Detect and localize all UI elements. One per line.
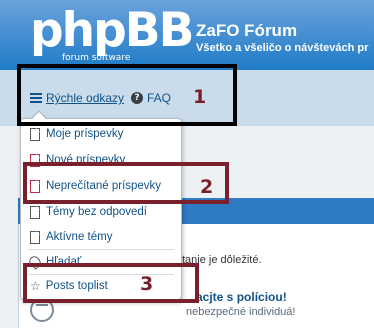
menu-separator [28, 249, 174, 250]
menu-item-label: Aktívne témy [46, 231, 113, 243]
file-icon [30, 205, 40, 219]
annotation-number-2: 2 [200, 176, 214, 198]
site-title[interactable]: ZaFO Fórum [196, 21, 297, 41]
annotation-box-3 [23, 263, 199, 303]
menu-item-label: Témy bez odpovedí [46, 206, 148, 218]
annotation-number-1: 1 [193, 86, 207, 108]
annotation-number-3: 3 [140, 273, 154, 295]
site-description: Všetko a všeličo o návštevách pr [196, 42, 369, 54]
file-icon [30, 127, 40, 141]
logo-text: phpBB [30, 3, 194, 58]
forum-description: nebezpečné individuá! [186, 306, 296, 318]
annotation-box-2 [23, 162, 229, 204]
menu-item-label: Moje príspevky [46, 128, 124, 140]
menu-item-unanswered-topics[interactable]: Témy bez odpovedí [30, 202, 147, 222]
site-header: phpBB forum software ZaFO Fórum Všetko a… [0, 0, 374, 70]
phpbb-logo[interactable]: phpBB forum software [28, 4, 194, 66]
menu-item-active-topics[interactable]: Aktívne témy [30, 227, 112, 247]
menu-item-my-posts[interactable]: Moje príspevky [30, 124, 123, 144]
file-icon [30, 230, 40, 244]
forum-title-link[interactable]: acjte s políciou! [196, 290, 287, 304]
logo-subtext: forum software [62, 53, 131, 63]
